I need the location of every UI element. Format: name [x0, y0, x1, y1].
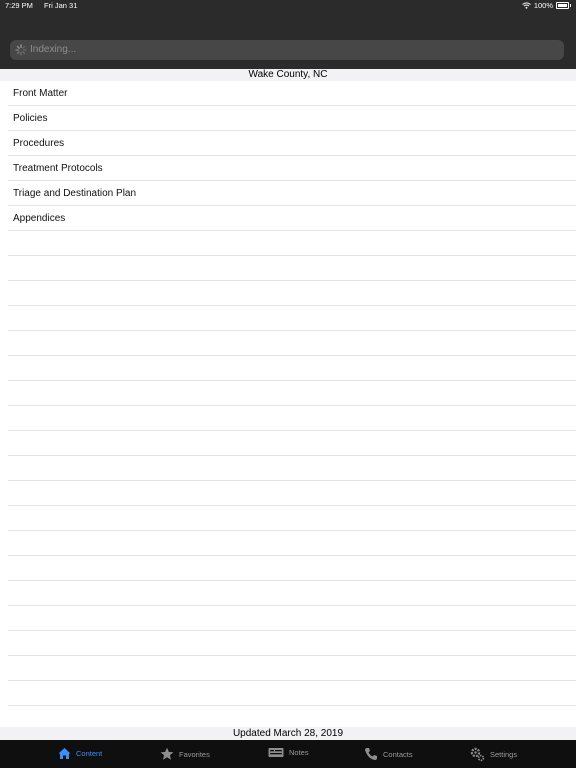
empty-row	[8, 406, 576, 431]
star-icon	[160, 747, 174, 760]
empty-row	[8, 531, 576, 556]
tab-settings-label: Settings	[490, 750, 518, 759]
empty-row	[8, 556, 576, 581]
status-time: 7:29 PM	[5, 1, 33, 10]
navigation-bar: Indexing...	[0, 12, 576, 69]
tab-notes[interactable]: Notes	[268, 747, 309, 758]
home-icon	[58, 748, 71, 759]
wifi-icon	[521, 2, 531, 9]
empty-row	[8, 256, 576, 281]
status-bar: 7:29 PM Fri Jan 31 100%	[0, 0, 576, 12]
empty-row	[8, 431, 576, 456]
tab-contacts[interactable]: Contacts	[364, 747, 413, 761]
empty-row	[8, 456, 576, 481]
search-bar[interactable]: Indexing...	[10, 40, 564, 60]
empty-row	[8, 381, 576, 406]
status-date: Fri Jan 31	[44, 1, 78, 10]
empty-row	[8, 231, 576, 256]
loading-spinner-icon	[15, 44, 27, 56]
content-list: Front Matter Policies Procedures Treatment …	[0, 81, 576, 731]
list-item[interactable]: Procedures	[8, 131, 576, 156]
list-item[interactable]: Policies	[8, 106, 576, 131]
gear-icon	[470, 747, 485, 762]
tab-bar: Content Favorites Notes Contacts Setting…	[0, 740, 576, 768]
tab-content-label: Content	[76, 749, 103, 758]
battery-tip	[570, 4, 571, 7]
empty-row	[8, 331, 576, 356]
empty-row	[8, 481, 576, 506]
list-item[interactable]: Treatment Protocols	[8, 156, 576, 181]
phone-icon	[365, 748, 377, 760]
empty-row	[8, 356, 576, 381]
battery-icon	[556, 2, 569, 9]
search-status-text: Indexing...	[30, 44, 77, 55]
notes-icon	[268, 748, 284, 757]
empty-row	[8, 656, 576, 681]
tab-notes-label: Notes	[289, 748, 309, 757]
tab-contacts-label: Contacts	[383, 749, 413, 759]
empty-row	[8, 581, 576, 606]
list-item[interactable]: Triage and Destination Plan	[8, 181, 576, 206]
tab-favorites[interactable]: Favorites	[160, 747, 210, 761]
empty-row	[8, 606, 576, 631]
empty-row	[8, 681, 576, 706]
list-item[interactable]: Front Matter	[8, 81, 576, 106]
empty-row	[8, 506, 576, 531]
empty-row	[8, 631, 576, 656]
footer-updated-text: Updated March 28, 2019	[0, 727, 576, 740]
battery-percent: 100%	[533, 1, 553, 10]
list-item[interactable]: Appendices	[8, 206, 576, 231]
section-header: Wake County, NC	[0, 69, 576, 81]
tab-settings[interactable]: Settings	[470, 747, 517, 762]
empty-row	[8, 281, 576, 306]
empty-row	[8, 306, 576, 331]
tab-favorites-label: Favorites	[179, 749, 210, 759]
tab-content[interactable]: Content	[58, 747, 102, 760]
